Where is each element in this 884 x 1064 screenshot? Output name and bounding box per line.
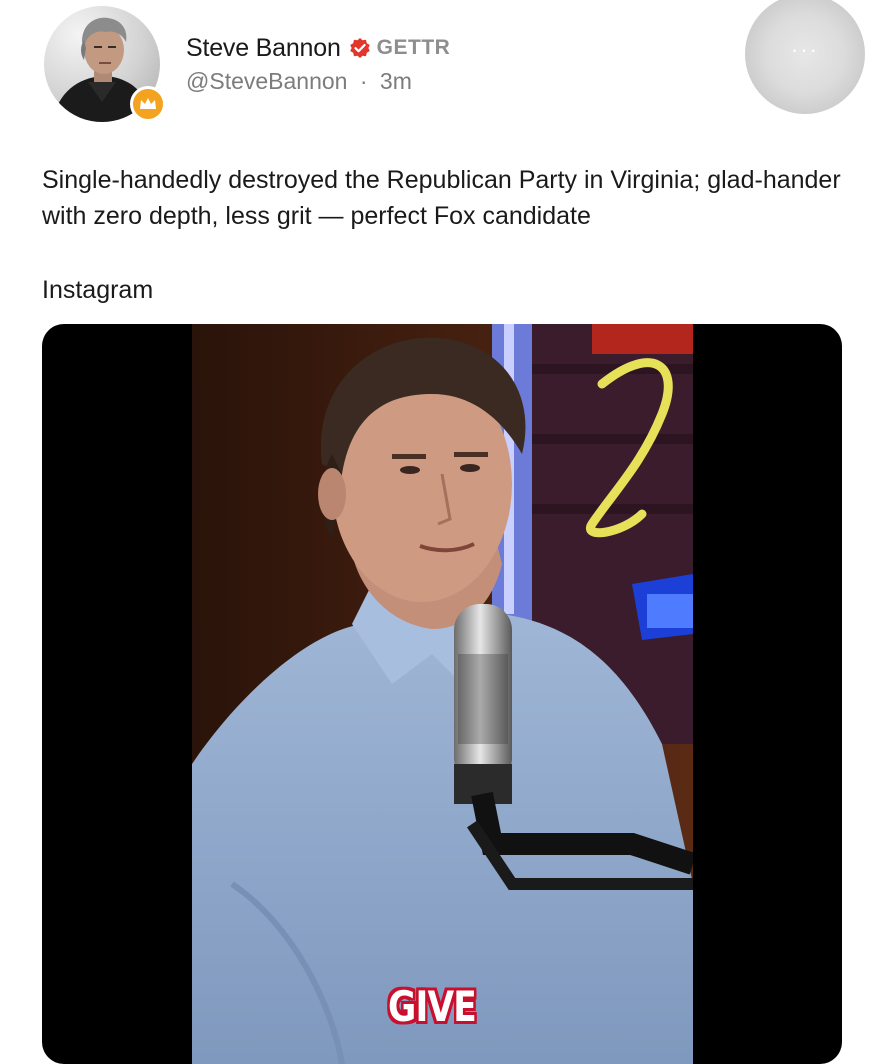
verified-badge-icon <box>349 37 371 59</box>
more-options-icon: ··· <box>791 37 819 62</box>
author-name[interactable]: Steve Bannon <box>186 34 341 63</box>
author-name-row: Steve Bannon GETTR <box>186 30 450 66</box>
post-text: Single-handedly destroyed the Republican… <box>42 166 841 230</box>
embedded-video[interactable]: 840 38 6 GIVE <box>42 324 842 1064</box>
video-caption: GIVE <box>388 982 477 1031</box>
author-handle[interactable]: @SteveBannon <box>186 68 347 94</box>
video-still <box>192 324 693 1064</box>
post-timestamp: 3m <box>379 68 412 94</box>
video-frame[interactable]: 840 38 6 <box>192 324 693 1064</box>
meta-separator: · <box>359 68 368 94</box>
link-source-label[interactable]: Instagram <box>42 272 153 308</box>
more-options-button[interactable]: ··· <box>745 0 865 114</box>
platform-label: GETTR <box>376 36 451 59</box>
crown-badge-icon <box>130 86 166 122</box>
author-meta: @SteveBannon · 3m <box>186 68 412 95</box>
